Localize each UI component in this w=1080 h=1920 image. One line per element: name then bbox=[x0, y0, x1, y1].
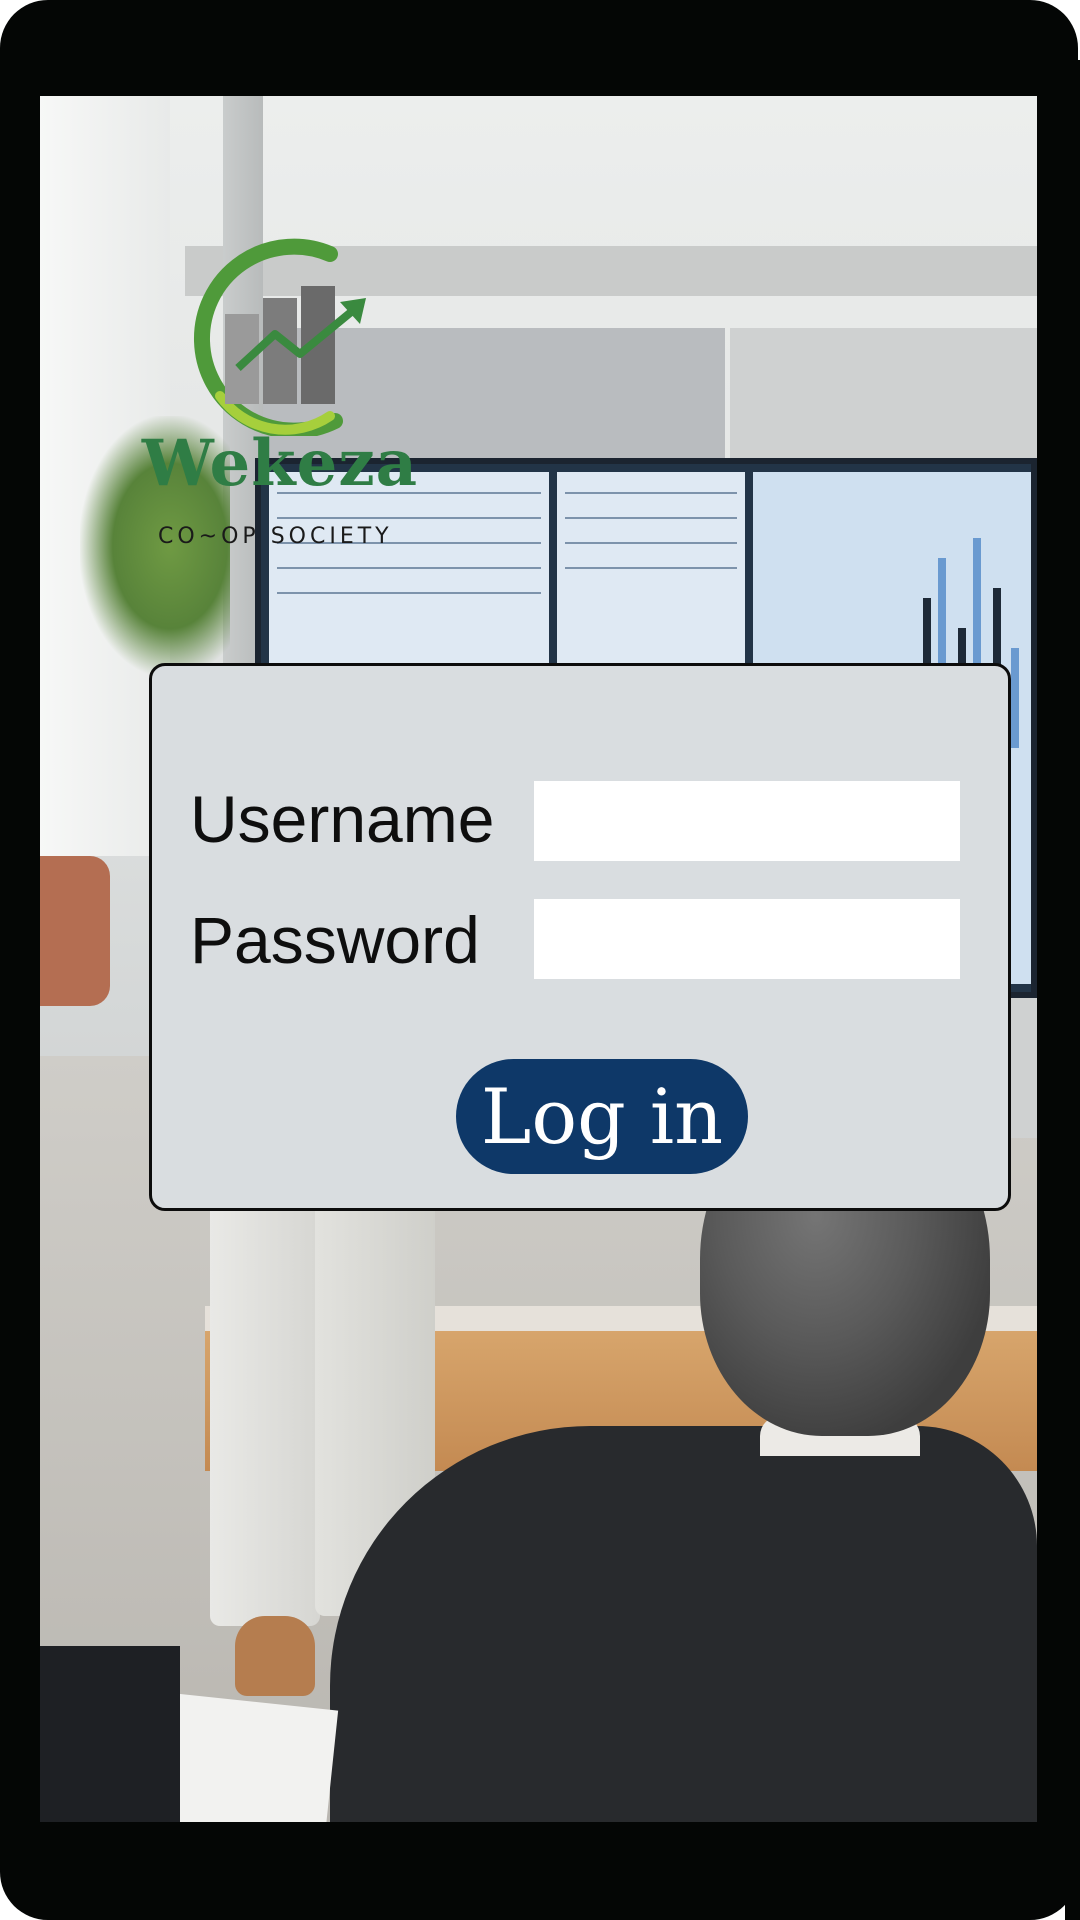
growth-chart-logo-icon bbox=[193, 238, 366, 436]
username-label: Username bbox=[190, 782, 495, 856]
brand-logo: Wekeza CO~OP SOCIETY bbox=[140, 226, 420, 549]
login-button[interactable]: Log in bbox=[456, 1059, 748, 1174]
password-input[interactable] bbox=[534, 899, 960, 979]
login-form: Username Password Log in bbox=[149, 663, 1011, 1211]
device-frame-edge bbox=[1065, 60, 1080, 1920]
password-label: Password bbox=[190, 903, 480, 977]
brand-subtitle: CO~OP SOCIETY bbox=[158, 524, 393, 549]
seated-man bbox=[330, 1426, 1037, 1822]
brand-name: Wekeza bbox=[141, 426, 419, 501]
app-screen: Wekeza CO~OP SOCIETY Username Password L… bbox=[40, 96, 1037, 1822]
username-input[interactable] bbox=[534, 781, 960, 861]
